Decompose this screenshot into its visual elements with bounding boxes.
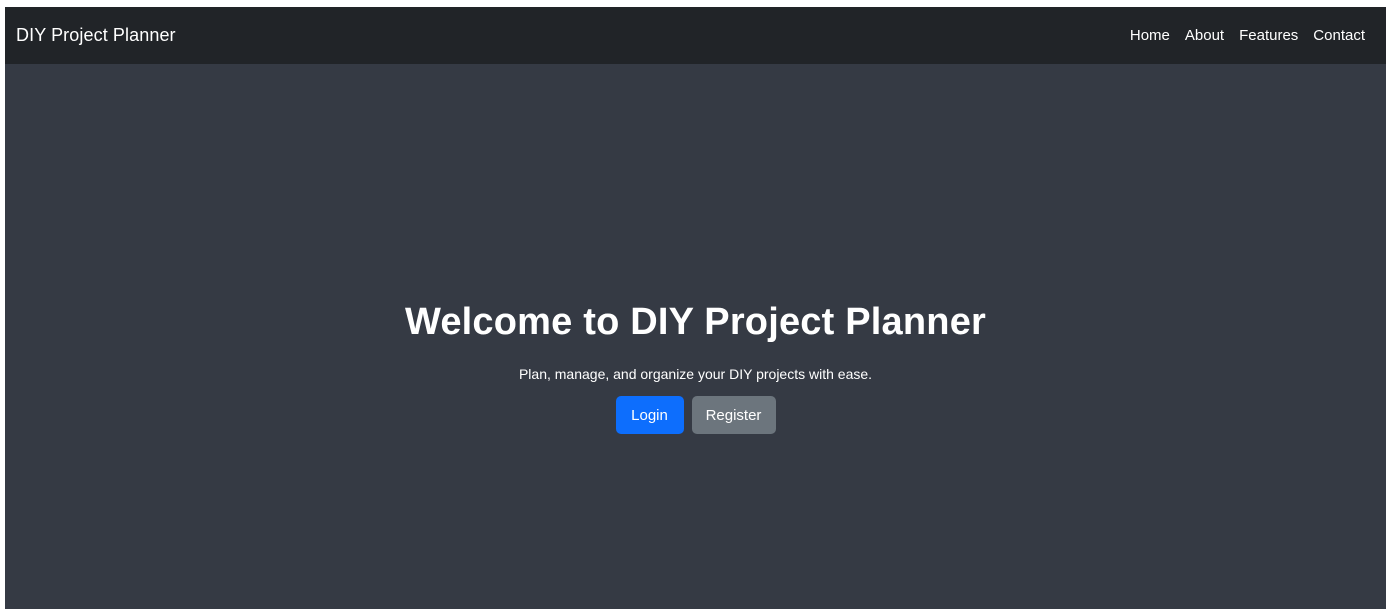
- hero-section: Welcome to DIY Project Planner Plan, man…: [5, 299, 1386, 434]
- nav-links: Home About Features Contact: [1130, 27, 1365, 44]
- register-button[interactable]: Register: [691, 396, 776, 434]
- top-navbar: DIY Project Planner Home About Features …: [5, 7, 1386, 64]
- hero-subtitle: Plan, manage, and organize your DIY proj…: [518, 366, 873, 382]
- page-title: Welcome to DIY Project Planner: [404, 301, 987, 343]
- nav-link-features[interactable]: Features: [1239, 27, 1298, 44]
- nav-link-contact[interactable]: Contact: [1313, 27, 1365, 44]
- brand-link[interactable]: DIY Project Planner: [16, 25, 176, 46]
- nav-link-home[interactable]: Home: [1130, 27, 1170, 44]
- nav-link-about[interactable]: About: [1185, 27, 1224, 44]
- app-frame: DIY Project Planner Home About Features …: [5, 7, 1386, 609]
- login-button[interactable]: Login: [615, 396, 684, 434]
- hero-actions: Login Register: [615, 396, 776, 434]
